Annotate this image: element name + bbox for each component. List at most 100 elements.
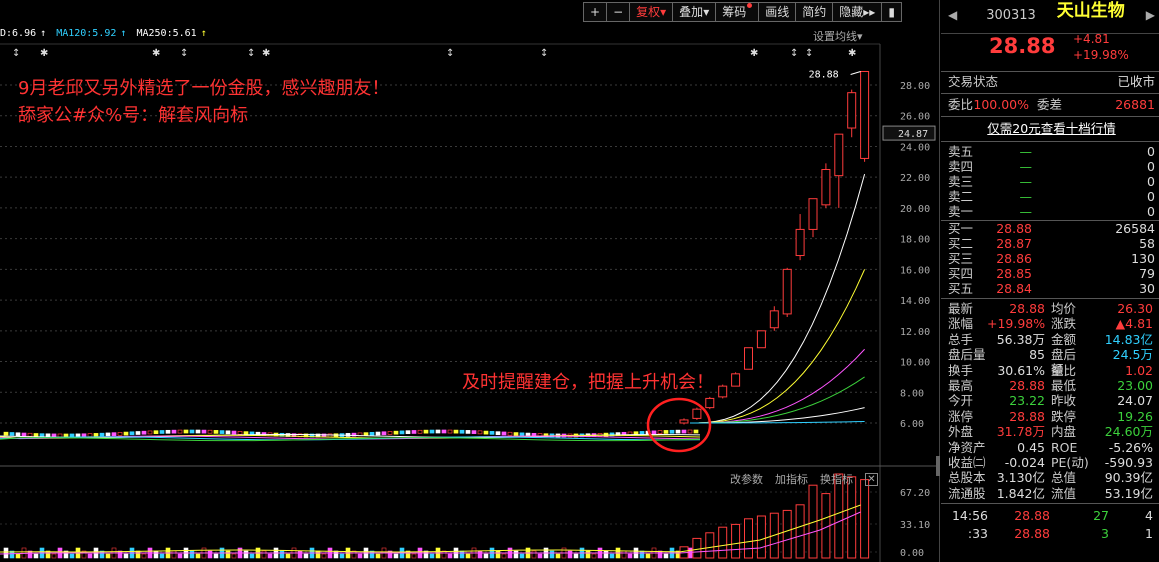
- quote-panel: ◀ 300313 天山生物 ▶ 28.88 +4.81 +19.98% 交易状态…: [941, 0, 1159, 562]
- volume-bar: [465, 553, 471, 559]
- jianyue-button[interactable]: 简约: [795, 2, 834, 22]
- volume-tick-label: 33.10: [900, 520, 930, 531]
- stat-label: 内盘: [1051, 424, 1077, 440]
- diejia-button[interactable]: 叠加▾: [672, 2, 717, 22]
- stat-value: 30.61%: [997, 362, 1045, 378]
- volume-bar: [135, 550, 141, 559]
- candle-body: [808, 198, 818, 230]
- base-candle: [177, 429, 183, 434]
- price-tick-label: 28.00: [900, 81, 930, 92]
- price-tick-label: 24.00: [900, 142, 930, 153]
- volume-tick-label: 0.00: [900, 548, 924, 559]
- order-name: 买五: [948, 281, 974, 296]
- volume-bar: [756, 515, 766, 559]
- base-candle: [21, 432, 27, 437]
- base-candle: [387, 431, 393, 435]
- trade-status-label: 交易状态: [948, 74, 999, 89]
- stat-value: 23.00: [1117, 377, 1153, 393]
- base-candle: [57, 433, 63, 438]
- level10-link[interactable]: 仅需20元查看十档行情: [987, 121, 1115, 136]
- edit-params-button[interactable]: 改参数: [730, 471, 763, 487]
- stat-value: -5.26%: [1108, 439, 1153, 455]
- panel-toggle-button[interactable]: ▮: [881, 2, 902, 22]
- base-candle: [681, 429, 687, 434]
- stock-price: 28.88: [989, 34, 1056, 58]
- volume-bar: [15, 553, 21, 559]
- choumai-button[interactable]: 筹码: [715, 2, 760, 22]
- stat-value: 24.60万: [1104, 424, 1153, 440]
- volume-bar: [393, 553, 399, 559]
- volume-bar: [639, 550, 645, 559]
- base-candle: [129, 431, 135, 436]
- yincang-button[interactable]: 隐藏▸▸: [832, 2, 883, 22]
- weibi-value: 100.00%: [973, 97, 1030, 112]
- order-volume: 0: [1147, 174, 1155, 189]
- kline-chart-area[interactable]: 6.00 8.00 10.00 12.00 14.00 16.00 18.00 20.00 22…: [0, 0, 940, 562]
- base-candle: [135, 431, 141, 435]
- volume-bar: [249, 553, 255, 559]
- base-candle: [495, 431, 501, 436]
- order-price: —: [1019, 204, 1033, 219]
- base-candle: [435, 429, 441, 434]
- base-candle: [27, 432, 33, 437]
- sell-row: 卖二 — 0: [941, 189, 1159, 204]
- base-candle: [429, 429, 435, 434]
- base-candle: [375, 431, 381, 436]
- base-candle: [381, 431, 387, 436]
- volume-bar: [87, 553, 93, 559]
- base-candle: [417, 429, 423, 434]
- indicator-bar: 改参数 加指标 换指标 ✕: [730, 471, 878, 487]
- stat-label: 换手: [948, 362, 974, 378]
- stat-label: 跌停: [1051, 408, 1077, 424]
- close-icon[interactable]: ✕: [865, 472, 878, 486]
- stat-value: 24.07: [1117, 393, 1153, 409]
- next-stock-icon[interactable]: ▶: [1146, 8, 1155, 23]
- stat-value: 90.39亿: [1104, 470, 1153, 486]
- base-candle: [93, 433, 99, 437]
- ma-settings-link[interactable]: 设置均线▾: [813, 28, 863, 44]
- base-candle: [9, 432, 15, 436]
- stat-label: 涨幅: [948, 316, 974, 332]
- stock-code: 300313: [986, 8, 1036, 23]
- notification-dot-icon: [747, 3, 753, 8]
- volume-bar: [860, 479, 870, 559]
- stats-row: 最新 28.88 均价 26.30: [941, 301, 1159, 316]
- base-candle: [165, 429, 171, 434]
- base-candle: [369, 431, 375, 436]
- candle-body: [860, 70, 870, 159]
- price-tick-label: 14.00: [900, 296, 930, 307]
- candle-body: [679, 419, 689, 424]
- zoom-in-button[interactable]: +: [583, 2, 608, 22]
- volume-bar: [159, 553, 165, 559]
- candle-body: [821, 169, 831, 206]
- base-candle: [207, 429, 213, 434]
- prev-stock-icon[interactable]: ◀: [948, 8, 957, 23]
- level10-row: 仅需20元查看十档行情: [941, 121, 1159, 136]
- stat-value: +19.98%: [987, 316, 1046, 332]
- volume-bar: [459, 550, 465, 559]
- stats-row: 涨停 28.88 跌停 19.26: [941, 409, 1159, 424]
- add-indicator-button[interactable]: 加指标: [775, 471, 808, 487]
- volume-bar: [585, 550, 591, 559]
- volume-bar: [795, 504, 805, 559]
- buy-row: 买五 28.84 30: [941, 281, 1159, 296]
- volume-bar: [447, 553, 453, 559]
- base-candle: [87, 433, 93, 437]
- event-marker-icon: ✱: [262, 48, 270, 59]
- promo-annotation-1: 9月老邱又另外精选了一份金股，感兴趣朋友！: [18, 78, 390, 99]
- volume-bar: [411, 553, 417, 559]
- base-candle: [459, 429, 465, 434]
- base-candle: [675, 429, 681, 434]
- volume-bar: [357, 553, 363, 559]
- huaxian-button[interactable]: 画线: [758, 2, 797, 22]
- up-arrow-icon: ↑: [40, 28, 47, 39]
- tick-list: 14:56 28.88 27 4:33 28.88 3 1: [941, 507, 1159, 543]
- order-volume: 0: [1147, 204, 1155, 219]
- switch-indicator-button[interactable]: 换指标: [820, 471, 853, 487]
- chevron-down-icon: ▾: [703, 5, 710, 19]
- weicha-value: 26881: [1115, 97, 1155, 112]
- zoom-out-button[interactable]: −: [606, 2, 631, 22]
- price-tick-label: 6.00: [900, 419, 924, 430]
- fuquan-button[interactable]: 复权▾: [629, 2, 674, 22]
- base-candle: [153, 430, 159, 435]
